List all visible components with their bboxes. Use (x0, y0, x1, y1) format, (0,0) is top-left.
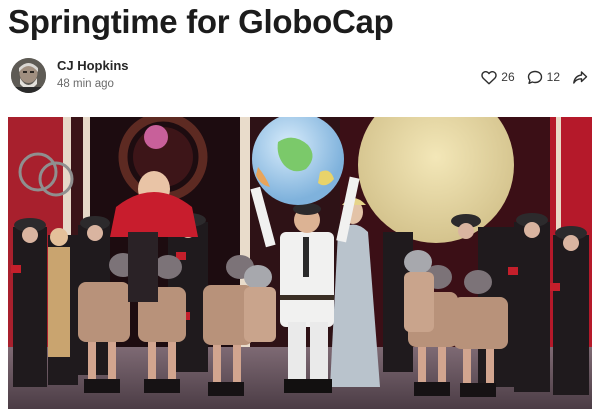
comment-button[interactable]: 12 (527, 70, 560, 85)
avatar[interactable] (11, 57, 46, 93)
hero-image[interactable] (8, 117, 592, 409)
byline: CJ Hopkins 48 min ago (11, 57, 129, 93)
comment-bubble-icon (527, 70, 543, 85)
post-timestamp: 48 min ago (57, 78, 114, 90)
comment-count: 12 (546, 70, 560, 84)
like-count: 26 (501, 70, 515, 84)
stage-photo (8, 117, 592, 409)
author-photo (11, 57, 46, 93)
heart-icon (481, 70, 497, 85)
share-arrow-icon (572, 70, 588, 85)
share-button[interactable] (572, 70, 588, 85)
post-title: Springtime for GloboCap (8, 3, 394, 40)
like-button[interactable]: 26 (481, 70, 515, 85)
engagement-bar: 26 12 (469, 67, 588, 87)
author-name[interactable]: CJ Hopkins (57, 57, 129, 74)
